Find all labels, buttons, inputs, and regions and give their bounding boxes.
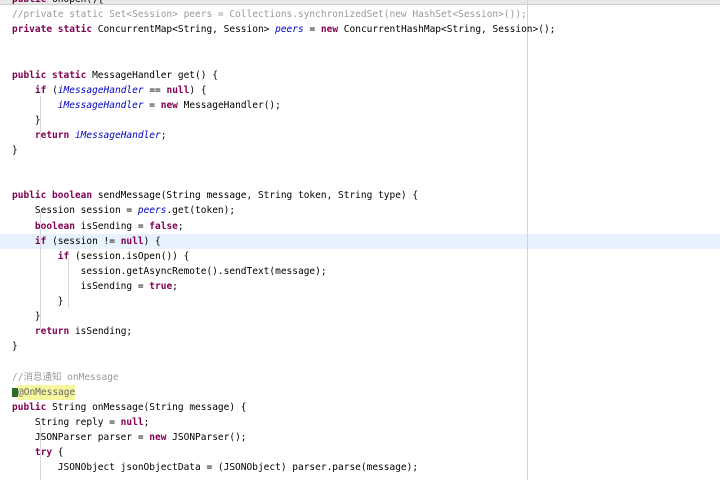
code-line[interactable]: } [12, 339, 18, 354]
code-token: (session != [46, 235, 121, 247]
code-token: session.getAsyncRemote().sendText(messag… [12, 265, 327, 277]
code-line[interactable]: } [12, 294, 64, 309]
code-line[interactable]: session.getAsyncRemote().sendText(messag… [12, 264, 327, 279]
code-token: new [149, 431, 167, 443]
code-token: peers [137, 205, 167, 217]
code-line[interactable]: iMessageHandler = new MessageHandler(); [12, 98, 281, 113]
code-token: if [34, 84, 47, 96]
code-token: public [12, 401, 47, 413]
code-line[interactable]: public boolean sendMessage(String messag… [12, 188, 418, 203]
code-token: ) { [143, 235, 161, 247]
code-token: } [12, 296, 64, 307]
code-token: String reply = [12, 416, 121, 428]
code-line[interactable]: try { [12, 445, 64, 460]
code-token: = [143, 99, 161, 111]
code-token: ConcurrentHashMap<String, Session>(); [338, 24, 556, 36]
code-token: } [12, 311, 41, 323]
code-token: //private static Set<Session> peers = Co… [12, 9, 527, 21]
code-token: ; [177, 220, 184, 232]
code-line[interactable]: String reply = null; [12, 415, 149, 430]
code-line[interactable]: } [12, 143, 18, 158]
code-token: null [166, 84, 190, 96]
code-editor[interactable]: public onOpen(){//private static Set<Ses… [12, 0, 712, 480]
code-line[interactable]: JSONParser parser = new JSONParser(); [12, 430, 247, 445]
code-token: new [160, 99, 178, 111]
code-token: iMessageHandler [74, 129, 161, 141]
code-line[interactable]: isSending = true; [12, 279, 178, 294]
code-token: try [34, 447, 53, 458]
code-line[interactable]: //private static Set<Session> peers = Co… [12, 7, 527, 22]
code-token: null [120, 235, 144, 247]
code-line[interactable]: if (session.isOpen()) { [12, 249, 190, 264]
code-token: MessageHandler get() { [86, 69, 218, 81]
code-token: { [52, 447, 64, 458]
indent-guide [68, 258, 69, 308]
code-token: @OnMessage [18, 384, 76, 400]
code-token: //消息通知 onMessage [12, 371, 119, 383]
code-token: (session.isOpen()) { [69, 250, 190, 262]
indent-guide [40, 424, 41, 480]
code-token: isSending = [12, 280, 150, 292]
code-token: JSONParser(); [166, 431, 247, 443]
code-line[interactable]: if (session != null) { [12, 234, 161, 249]
code-token: String onMessage(String message) { [46, 401, 247, 413]
code-token: ConcurrentMap<String, Session> [92, 24, 276, 36]
code-line[interactable]: public onOpen(){ [12, 0, 104, 7]
code-token: private static [12, 24, 93, 36]
code-token: ) { [189, 84, 207, 96]
code-token: iMessageHandler [57, 99, 144, 111]
code-token: public boolean [12, 190, 93, 202]
code-token: = [303, 24, 321, 36]
code-token: MessageHandler(); [177, 99, 281, 111]
code-line[interactable]: } [12, 309, 41, 324]
code-token: true [149, 280, 173, 292]
indent-guide [40, 96, 41, 140]
code-token: false [149, 220, 178, 232]
code-token: } [12, 114, 41, 126]
code-line[interactable]: @OnMessage [12, 384, 76, 400]
code-token: .get(token); [166, 205, 236, 217]
code-token: ( [46, 84, 58, 96]
code-token: public [12, 0, 46, 5]
code-line[interactable]: JSONObject jsonObjectData = (JSONObject)… [12, 460, 418, 475]
code-line[interactable]: return iMessageHandler; [12, 128, 167, 143]
code-token: ; [172, 280, 178, 292]
indent-guide [40, 212, 41, 330]
code-token: iMessageHandler [57, 84, 144, 96]
code-line[interactable]: Session session = peers.get(token); [12, 203, 235, 218]
code-token: Session session = [12, 205, 138, 217]
code-line[interactable]: } [12, 113, 41, 128]
code-line[interactable]: public String onMessage(String message) … [12, 400, 247, 415]
code-token: onOpen [52, 0, 86, 5]
code-line[interactable]: private static ConcurrentMap<String, Ses… [12, 22, 555, 37]
code-token: isSending = [74, 220, 150, 232]
code-line[interactable]: boolean isSending = false; [12, 219, 184, 234]
code-token: } [12, 341, 18, 353]
code-token: isSending; [69, 326, 133, 338]
code-token: public static [12, 69, 87, 81]
code-token: == [143, 84, 167, 96]
code-token: null [120, 416, 144, 428]
code-token: peers [275, 24, 304, 36]
code-token: JSONParser parser = [12, 431, 150, 443]
code-token: ; [143, 416, 150, 428]
code-line[interactable]: //消息通知 onMessage [12, 370, 119, 385]
code-line[interactable]: if (iMessageHandler == null) { [12, 83, 207, 98]
code-token: JSONObject jsonObjectData = (JSONObject)… [12, 462, 419, 474]
code-token: ; [160, 129, 167, 141]
code-token: sendMessage(String message, String token… [92, 190, 419, 202]
code-line[interactable]: public static MessageHandler get() { [12, 68, 218, 83]
code-token: ){ [92, 0, 103, 5]
code-token: } [12, 145, 18, 156]
code-line[interactable]: return isSending; [12, 324, 132, 339]
code-token: new [320, 24, 339, 36]
